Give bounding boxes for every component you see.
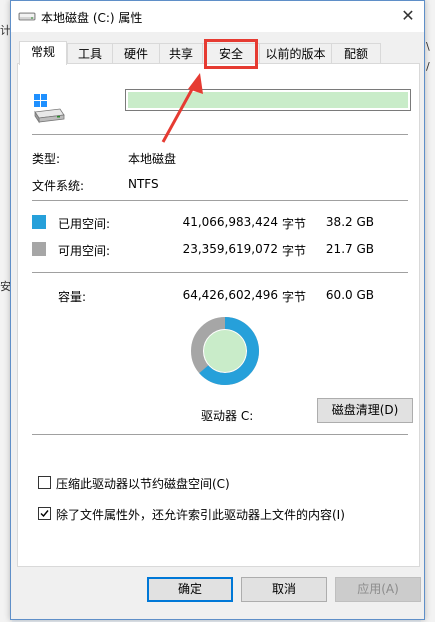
capacity-bytes: 64,426,602,496 bbox=[182, 288, 278, 302]
used-space-swatch bbox=[32, 215, 46, 229]
index-contents-label: 除了文件属性外，还允许索引此驱动器上文件的内容(I) bbox=[56, 508, 345, 522]
free-space-size: 21.7 GB bbox=[325, 242, 374, 256]
used-space-size: 38.2 GB bbox=[325, 215, 374, 229]
compress-drive-checkbox[interactable] bbox=[38, 476, 51, 489]
tab-quota[interactable]: 配额 bbox=[331, 43, 381, 64]
title-bar[interactable]: 本地磁盘 (C:) 属性 ✕ bbox=[11, 1, 424, 32]
tab-previous-versions[interactable]: 以前的版本 bbox=[259, 43, 332, 64]
local-disk-icon bbox=[34, 94, 65, 124]
compress-drive-label: 压缩此驱动器以节约磁盘空间(C) bbox=[56, 477, 230, 491]
background-text: / bbox=[426, 60, 430, 73]
cancel-button[interactable]: 取消 bbox=[241, 577, 327, 602]
file-system-value: NTFS bbox=[128, 177, 159, 191]
file-system-label: 文件系统: bbox=[32, 179, 85, 193]
capacity-size: 60.0 GB bbox=[325, 288, 374, 302]
capacity-unit: 字节 bbox=[282, 290, 307, 304]
free-space-unit: 字节 bbox=[282, 244, 307, 258]
disk-usage-donut-chart bbox=[191, 317, 259, 385]
separator bbox=[32, 134, 408, 135]
general-tab-panel: 类型: 本地磁盘 文件系统: NTFS 已用空间: 41,066,983,424… bbox=[17, 63, 420, 567]
used-space-bytes: 41,066,983,424 bbox=[182, 215, 278, 229]
separator bbox=[32, 272, 408, 273]
separator bbox=[32, 200, 408, 201]
type-value: 本地磁盘 bbox=[128, 152, 177, 166]
window-title: 本地磁盘 (C:) 属性 bbox=[41, 11, 143, 25]
drive-name-field[interactable] bbox=[125, 89, 411, 111]
donut-center bbox=[204, 330, 246, 372]
apply-button[interactable]: 应用(A) bbox=[335, 577, 421, 602]
drive-letter-label: 驱动器 C: bbox=[201, 409, 254, 423]
free-space-label: 可用空间: bbox=[58, 244, 111, 258]
close-icon: ✕ bbox=[401, 6, 415, 25]
tab-tools[interactable]: 工具 bbox=[67, 43, 113, 64]
tab-hardware[interactable]: 硬件 bbox=[112, 43, 160, 64]
index-contents-checkbox[interactable] bbox=[38, 507, 51, 520]
security-tab-highlight bbox=[204, 39, 258, 69]
background-text: \ bbox=[426, 40, 430, 53]
capacity-label: 容量: bbox=[58, 290, 87, 304]
properties-dialog: 本地磁盘 (C:) 属性 ✕ 常规 工具 硬件 共享 安全 以前的版本 配额 类… bbox=[10, 0, 425, 620]
tab-general[interactable]: 常规 bbox=[19, 41, 67, 65]
free-space-swatch bbox=[32, 242, 46, 256]
disk-cleanup-button[interactable]: 磁盘清理(D) bbox=[317, 398, 413, 423]
close-button[interactable]: ✕ bbox=[392, 1, 424, 32]
free-space-bytes: 23,359,619,072 bbox=[182, 242, 278, 256]
checkmark-icon bbox=[40, 510, 49, 518]
used-space-label: 已用空间: bbox=[58, 217, 111, 231]
separator bbox=[32, 434, 408, 435]
drive-icon bbox=[18, 12, 36, 21]
used-space-unit: 字节 bbox=[282, 217, 307, 231]
drive-name-input[interactable] bbox=[128, 92, 408, 108]
type-label: 类型: bbox=[32, 152, 61, 166]
ok-button[interactable]: 确定 bbox=[147, 577, 233, 602]
tab-sharing[interactable]: 共享 bbox=[159, 43, 203, 64]
